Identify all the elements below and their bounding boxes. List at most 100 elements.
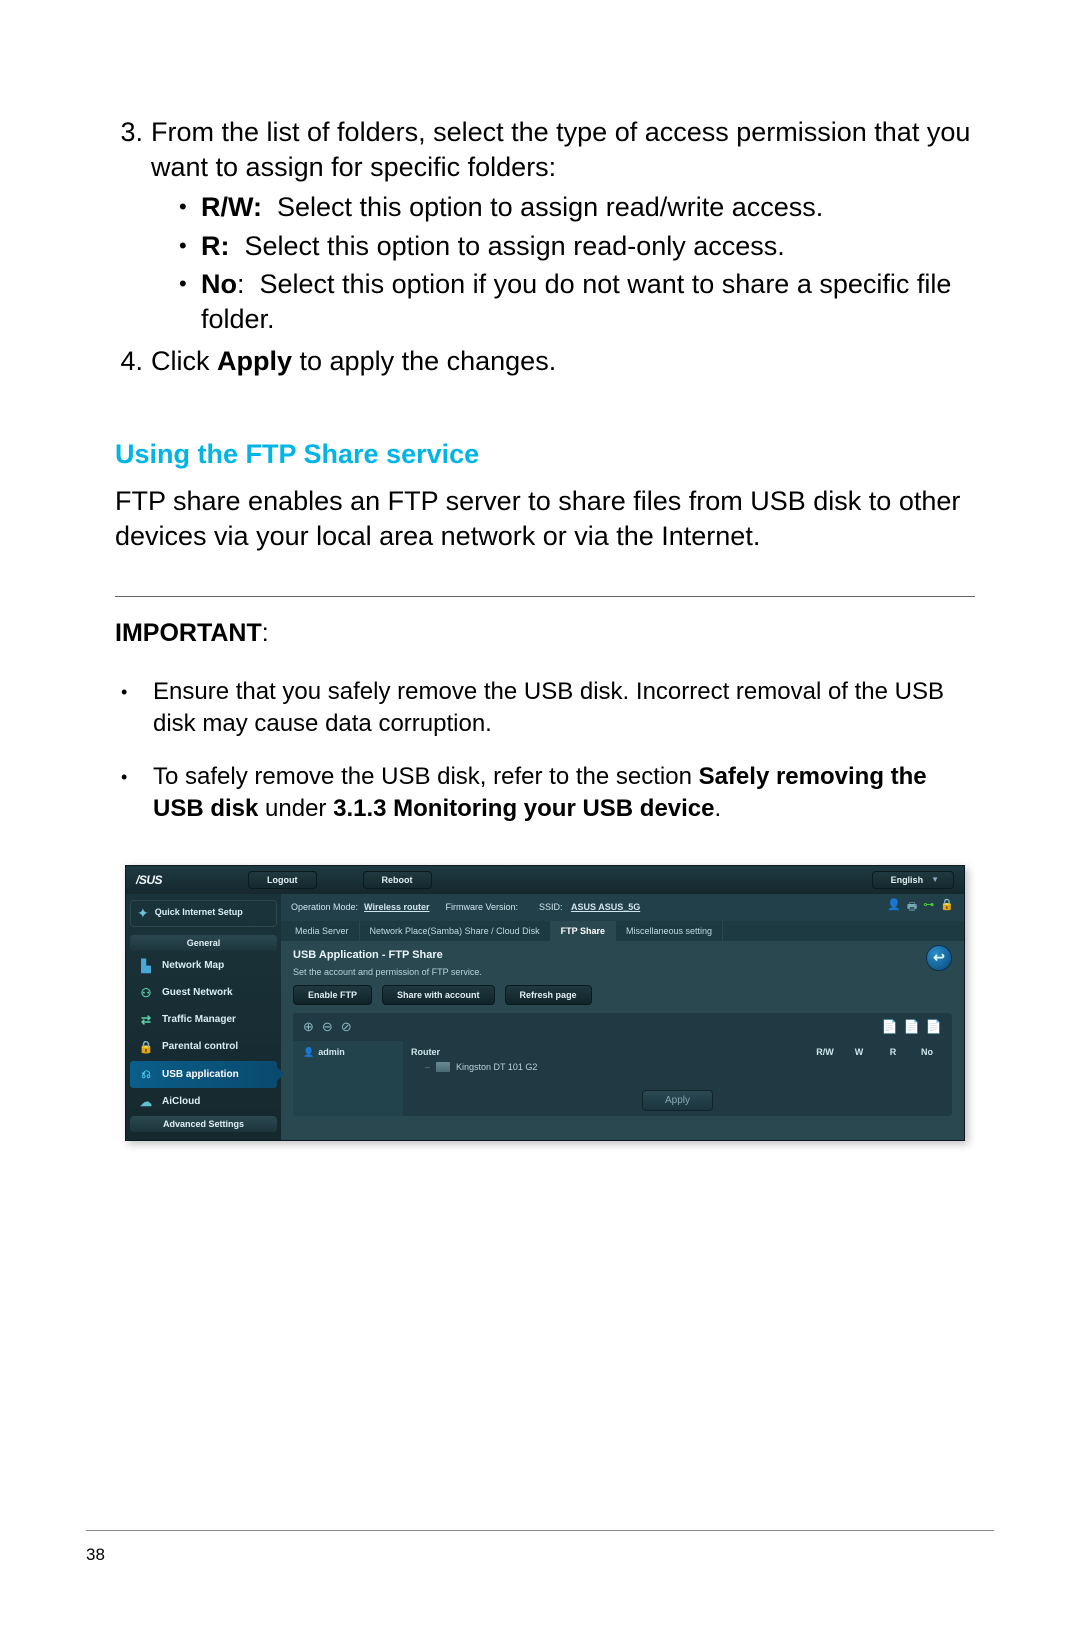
step-4-bold: Apply bbox=[217, 346, 292, 376]
panel-title: USB Application - FTP Share bbox=[293, 949, 952, 961]
important-item-1: • Ensure that you safely remove the USB … bbox=[115, 676, 975, 739]
user-name: admin bbox=[318, 1047, 345, 1057]
folder-row[interactable]: – Kingston DT 101 G2 bbox=[411, 1059, 944, 1075]
tab-samba-share[interactable]: Network Place(Samba) Share / Cloud Disk bbox=[360, 921, 551, 941]
user-icon: 👤 bbox=[303, 1047, 314, 1058]
language-dropdown[interactable]: English ▼ bbox=[872, 871, 954, 889]
folder-icon bbox=[436, 1062, 450, 1072]
file-action-icon[interactable]: 📄 bbox=[881, 1019, 897, 1035]
op-mode-label: Operation Mode: bbox=[291, 902, 358, 912]
qis-label: Quick Internet Setup bbox=[155, 908, 243, 918]
footer-divider bbox=[86, 1530, 994, 1531]
sub-item-rw: • R/W: Select this option to assign read… bbox=[151, 190, 975, 225]
no-label: No bbox=[201, 269, 237, 299]
apply-button[interactable]: Apply bbox=[642, 1090, 713, 1111]
permission-row: 👤 admin Router R/W W R No bbox=[293, 1041, 952, 1116]
quick-internet-setup[interactable]: ✦ Quick Internet Setup bbox=[130, 900, 277, 927]
tab-media-server[interactable]: Media Server bbox=[285, 921, 360, 941]
refresh-page-button[interactable]: Refresh page bbox=[505, 985, 592, 1005]
nav-traffic-manager[interactable]: ⇄ Traffic Manager bbox=[130, 1007, 277, 1033]
fw-label: Firmware Version: bbox=[436, 902, 519, 912]
panel-subtitle: Set the account and permission of FTP se… bbox=[293, 967, 952, 977]
imp2-post: . bbox=[715, 795, 722, 822]
file-action-icon[interactable]: 📄 bbox=[904, 1019, 920, 1035]
rw-text: Select this option to assign read/write … bbox=[262, 192, 823, 222]
chevron-down-icon: ▼ bbox=[931, 875, 939, 884]
back-arrow-icon: ↩ bbox=[933, 949, 945, 966]
sidebar-section-advanced: Advanced Settings bbox=[130, 1116, 277, 1132]
printer-status-icon[interactable]: 🖶 bbox=[907, 898, 917, 917]
step-4-pre: Click bbox=[151, 346, 217, 376]
page-number: 38 bbox=[86, 1545, 105, 1565]
back-round-button[interactable]: ↩ bbox=[926, 945, 952, 971]
important-item-2: • To safely remove the USB disk, refer t… bbox=[115, 761, 975, 824]
nav-parental-control[interactable]: 🔒 Parental control bbox=[130, 1034, 277, 1060]
language-label: English bbox=[891, 875, 924, 885]
bullet-icon: • bbox=[179, 190, 201, 225]
step-4: 4. Click Apply to apply the changes. bbox=[115, 344, 975, 379]
logout-button[interactable]: Logout bbox=[248, 871, 317, 889]
lock-icon: 🔒 bbox=[138, 1040, 154, 1054]
enable-ftp-button[interactable]: Enable FTP bbox=[293, 985, 372, 1005]
bullet-icon: • bbox=[179, 229, 201, 264]
folder-grid: ⊕ ⊖ ⊘ 📄 📄 📄 👤 adm bbox=[293, 1013, 952, 1116]
network-icon: ▙ bbox=[138, 959, 154, 973]
router-ui-screenshot: /SUS Logout Reboot English ▼ ✦ Quick Int… bbox=[125, 865, 965, 1141]
nav-network-map[interactable]: ▙ Network Map bbox=[130, 953, 277, 979]
ftp-description: FTP share enables an FTP server to share… bbox=[115, 484, 975, 554]
bullet-icon: • bbox=[115, 676, 153, 739]
folder-name: Kingston DT 101 G2 bbox=[456, 1062, 537, 1072]
tabs: Media Server Network Place(Samba) Share … bbox=[281, 921, 964, 941]
nav-label: USB application bbox=[162, 1069, 239, 1080]
bullet-icon: • bbox=[115, 761, 153, 824]
imp2-bold2: 3.1.3 Monitoring your USB device bbox=[333, 795, 714, 822]
sidebar: ✦ Quick Internet Setup General ▙ Network… bbox=[126, 894, 281, 1140]
edit-icon[interactable]: ⊘ bbox=[341, 1019, 352, 1035]
ssid-value[interactable]: ASUS ASUS_5G bbox=[571, 902, 640, 912]
imp2-mid: under bbox=[258, 795, 333, 822]
important-1-text: Ensure that you safely remove the USB di… bbox=[153, 676, 975, 739]
add-icon[interactable]: ⊕ bbox=[303, 1019, 314, 1035]
step-3: 3. From the list of folders, select the … bbox=[115, 115, 975, 340]
perm-rw-header: R/W bbox=[808, 1047, 842, 1057]
ftp-panel: ↩ USB Application - FTP Share Set the ac… bbox=[281, 941, 964, 1124]
bullet-icon: • bbox=[179, 267, 201, 336]
important-colon: : bbox=[262, 619, 269, 647]
nav-label: AiCloud bbox=[162, 1096, 200, 1107]
traffic-icon: ⇄ bbox=[138, 1013, 154, 1027]
share-with-account-button[interactable]: Share with account bbox=[382, 985, 495, 1005]
router-column-header: Router bbox=[411, 1047, 808, 1057]
perm-w-header: W bbox=[842, 1047, 876, 1057]
screenshot-header: /SUS Logout Reboot English ▼ bbox=[126, 866, 964, 894]
op-mode-value[interactable]: Wireless router bbox=[364, 902, 429, 912]
user-cell[interactable]: 👤 admin bbox=[293, 1041, 403, 1116]
user-status-icon[interactable]: 👤 bbox=[887, 898, 901, 917]
remove-icon[interactable]: ⊖ bbox=[322, 1019, 333, 1035]
info-bar: Operation Mode: Wireless router Firmware… bbox=[281, 894, 964, 921]
step-4-post: to apply the changes. bbox=[292, 346, 556, 376]
perm-no-header: No bbox=[910, 1047, 944, 1057]
lock-status-icon[interactable]: 🔒 bbox=[940, 898, 954, 917]
nav-usb-application[interactable]: ⎌ USB application bbox=[130, 1061, 277, 1088]
nav-label: Parental control bbox=[162, 1041, 238, 1052]
step-3-number: 3. bbox=[115, 115, 151, 340]
reboot-button[interactable]: Reboot bbox=[363, 871, 432, 889]
guest-icon: ⚇ bbox=[138, 986, 154, 1000]
nav-aicloud[interactable]: ☁ AiCloud bbox=[130, 1089, 277, 1115]
rw-label: R/W: bbox=[201, 192, 262, 222]
toolbar-row: ⊕ ⊖ ⊘ 📄 📄 📄 bbox=[293, 1013, 952, 1041]
file-action-icon[interactable]: 📄 bbox=[926, 1019, 942, 1035]
sub-item-r: • R: Select this option to assign read-o… bbox=[151, 229, 975, 264]
divider bbox=[115, 596, 975, 597]
ssid-label: SSID: bbox=[524, 902, 565, 912]
nav-label: Traffic Manager bbox=[162, 1014, 236, 1025]
main-panel: Operation Mode: Wireless router Firmware… bbox=[281, 894, 964, 1140]
tab-ftp-share[interactable]: FTP Share bbox=[551, 921, 616, 941]
important-word: IMPORTANT bbox=[115, 619, 262, 647]
nav-label: Network Map bbox=[162, 960, 224, 971]
usb-status-icon[interactable]: ⊶ bbox=[923, 898, 934, 917]
nav-guest-network[interactable]: ⚇ Guest Network bbox=[130, 980, 277, 1006]
no-text: : Select this option if you do not want … bbox=[201, 269, 959, 334]
tab-misc-setting[interactable]: Miscellaneous setting bbox=[616, 921, 723, 941]
section-heading-ftp: Using the FTP Share service bbox=[115, 439, 975, 470]
